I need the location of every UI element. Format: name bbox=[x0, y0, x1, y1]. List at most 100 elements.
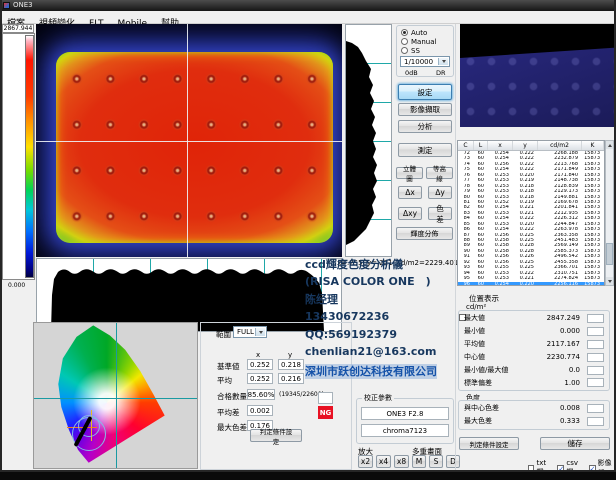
zoom-factor-button[interactable]: x2 bbox=[358, 455, 373, 468]
scroll-up-icon[interactable] bbox=[606, 141, 613, 149]
range-select[interactable]: FULL bbox=[233, 326, 267, 338]
save-button[interactable]: 儲存 bbox=[540, 437, 610, 450]
stat-input-box[interactable] bbox=[587, 327, 604, 336]
desktop-strip bbox=[0, 472, 616, 480]
reference-x-field[interactable]: 0.252 bbox=[247, 359, 273, 370]
radio-icon[interactable] bbox=[401, 38, 408, 45]
stat-label: 最大値 bbox=[464, 313, 485, 323]
multi-screen-button[interactable]: M bbox=[412, 455, 426, 468]
pass-count-label: 合格數量 bbox=[217, 391, 247, 402]
heatmap-crosshair-horizontal[interactable] bbox=[36, 141, 342, 142]
colorbar-gradient bbox=[25, 35, 34, 278]
stereo-button[interactable]: 立體圖 bbox=[396, 167, 423, 179]
stat-row: 最大値2847.249 bbox=[459, 312, 609, 325]
stat-row: 與中心色差 0.008 bbox=[459, 402, 609, 415]
luminance-heatmap[interactable] bbox=[36, 24, 342, 257]
stat-input-box[interactable] bbox=[587, 404, 604, 413]
result-blank-box bbox=[318, 392, 333, 404]
colorbar bbox=[2, 33, 35, 280]
radio-row[interactable]: Auto bbox=[401, 28, 436, 37]
table-header-cell[interactable]: cd/m2 bbox=[538, 141, 582, 150]
radio-icon[interactable] bbox=[401, 47, 408, 54]
table-header-cell[interactable]: y bbox=[513, 141, 538, 150]
zoom-factor-button[interactable]: x8 bbox=[394, 455, 409, 468]
table-scrollbar[interactable] bbox=[605, 140, 614, 286]
zoom-factor-button[interactable]: x4 bbox=[376, 455, 391, 468]
client-area: 2867.944 0.000 x=.255, y=.221, cd/m2=222… bbox=[0, 24, 616, 470]
pass-count-field[interactable]: 85.60% bbox=[247, 389, 275, 400]
stat-row: 平均値 2117.167 bbox=[459, 338, 609, 351]
table-header-cell[interactable]: L bbox=[474, 141, 488, 150]
avg-diff-field[interactable]: 0.002 bbox=[247, 405, 273, 416]
range-label: 範圍 bbox=[216, 329, 231, 340]
vertical-profile-silhouette bbox=[346, 25, 391, 256]
avg-diff-label: 平均差 bbox=[217, 407, 240, 418]
reference-y-field[interactable]: 0.218 bbox=[278, 359, 304, 370]
capture-button[interactable]: 影像擷取 bbox=[398, 103, 452, 116]
cie-chromaticity-diagram bbox=[33, 322, 198, 469]
stat-input-box[interactable] bbox=[587, 353, 604, 362]
scroll-thumb[interactable] bbox=[606, 243, 613, 265]
shutter-select-value: 1/10000 bbox=[404, 58, 433, 66]
contour-button[interactable]: 等高線 bbox=[426, 167, 453, 179]
zoom-buttons: x2x4x8 bbox=[358, 455, 409, 468]
table-body: 72600.2540.2222268.1881587373600.2540.22… bbox=[458, 151, 604, 286]
radio-row[interactable]: SS bbox=[401, 46, 436, 55]
set-button[interactable]: 設定 bbox=[398, 84, 452, 100]
radio-row[interactable]: Manual bbox=[401, 37, 436, 46]
luminance-dist-button[interactable]: 輝度分佈 bbox=[396, 227, 453, 240]
stat-row: 最小値/最大値0.0 bbox=[459, 364, 609, 377]
chevron-down-icon bbox=[438, 58, 448, 65]
table-header-cell[interactable]: K bbox=[582, 141, 604, 150]
stat-value: 2117.167 bbox=[524, 340, 580, 348]
delta-x-button[interactable]: Δx bbox=[398, 186, 422, 199]
multi-screen-button[interactable]: D bbox=[446, 455, 460, 468]
stat-value: 0.008 bbox=[524, 404, 580, 412]
color-diff-button[interactable]: 色差 bbox=[428, 207, 452, 220]
heatmap-led-dots bbox=[60, 56, 329, 239]
chroma-stats-group: 與中心色差0.008最大色差0.333 bbox=[458, 400, 610, 430]
table-header-cell[interactable]: C bbox=[458, 141, 474, 150]
stat-input-box[interactable] bbox=[587, 314, 604, 323]
window-title: ONE3 bbox=[13, 1, 33, 9]
average-y-field[interactable]: 0.216 bbox=[278, 373, 304, 384]
range-select-value: FULL bbox=[237, 328, 254, 336]
radio-icon[interactable] bbox=[401, 29, 408, 36]
measure-button[interactable]: 測定 bbox=[398, 143, 452, 157]
stat-label: 平均値 bbox=[464, 339, 485, 349]
delta-xy-button[interactable]: Δxy bbox=[398, 207, 422, 220]
stat-input-box[interactable] bbox=[587, 340, 604, 349]
stat-value: 1.00 bbox=[524, 379, 580, 387]
stat-input-box[interactable] bbox=[587, 417, 604, 426]
table-row[interactable]: 96600.2540.2202256.11615873 bbox=[458, 282, 604, 287]
panel-divider bbox=[455, 24, 456, 470]
stat-label: 標準偏差 bbox=[464, 378, 492, 388]
lens-select[interactable]: ONE3 F2.8 bbox=[361, 407, 449, 420]
judge-condition-button-right[interactable]: 判定條件設定 bbox=[459, 437, 519, 450]
preview-led-dots bbox=[460, 24, 614, 127]
average-x-field[interactable]: 0.252 bbox=[247, 373, 273, 384]
stat-value: 0.000 bbox=[524, 327, 580, 335]
table-header-cell[interactable]: x bbox=[488, 141, 513, 150]
stat-value: 0.333 bbox=[524, 417, 580, 425]
stat-label: 最小値 bbox=[464, 326, 485, 336]
radio-label: Auto bbox=[411, 29, 427, 37]
multi-screen-button[interactable]: S bbox=[429, 455, 443, 468]
sensor-select[interactable]: chroma7123 bbox=[361, 424, 449, 437]
position-rows: 最大値2847.249最小値0.000平均値2117.167中心値2230.77… bbox=[459, 312, 609, 389]
stat-input-box[interactable] bbox=[587, 378, 604, 387]
delta-y-button[interactable]: Δy bbox=[428, 186, 452, 199]
ng-status-badge: NG bbox=[318, 406, 333, 419]
radio-label: SS bbox=[411, 47, 420, 55]
stat-input-box[interactable] bbox=[587, 366, 604, 375]
scroll-down-icon[interactable] bbox=[606, 277, 613, 285]
judge-condition-button-form[interactable]: 判定條件設定 bbox=[250, 429, 302, 442]
title-bar[interactable]: ONE3 bbox=[0, 0, 616, 11]
window-border-left bbox=[0, 0, 2, 472]
shutter-select[interactable]: 1/10000 bbox=[400, 56, 450, 67]
stat-label: 與中心色差 bbox=[464, 403, 499, 413]
stat-row: 最小値 0.000 bbox=[459, 325, 609, 338]
colorbar-max-value: 2867.944 bbox=[2, 24, 34, 33]
chroma-rows: 與中心色差0.008最大色差0.333 bbox=[459, 402, 609, 428]
analyze-button[interactable]: 分析 bbox=[398, 120, 452, 133]
